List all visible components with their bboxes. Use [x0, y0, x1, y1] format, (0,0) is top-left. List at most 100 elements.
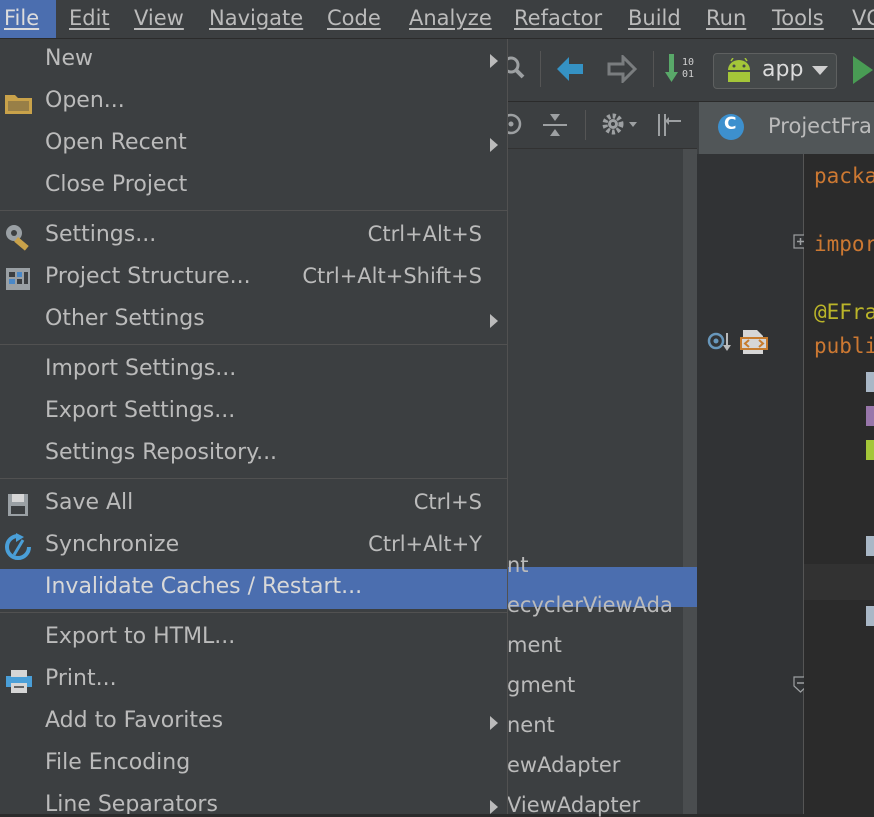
menu-item-label: Invalidate Caches / Restart...: [45, 574, 363, 599]
menu-item-label: Export to HTML...: [45, 624, 236, 649]
project-structure-icon: [6, 268, 30, 290]
gear-icon[interactable]: [599, 110, 641, 138]
submenu-arrow-icon: [490, 138, 498, 152]
menu-item-open[interactable]: Open...: [0, 83, 507, 123]
class-icon-letter: C: [724, 114, 737, 134]
menu-tools[interactable]: Tools: [772, 0, 824, 38]
toolbar-divider: [585, 110, 586, 140]
menu-item-label: Import Settings...: [45, 356, 237, 381]
menu-item-label: Export Settings...: [45, 398, 236, 423]
menu-item-settings[interactable]: Settings... Ctrl+Alt+S: [0, 217, 507, 257]
back-arrow-icon[interactable]: [555, 55, 585, 83]
code-fragment: [866, 606, 874, 626]
caret-row-highlight: [804, 564, 874, 600]
menu-item-import-settings[interactable]: Import Settings...: [0, 351, 507, 391]
binary-sync-icon[interactable]: 10 01: [665, 52, 705, 86]
sync-icon: [5, 533, 31, 560]
tree-item[interactable]: ViewAdapter: [507, 793, 640, 817]
menu-item-invalidate-caches[interactable]: Invalidate Caches / Restart...: [0, 569, 507, 609]
menu-analyze[interactable]: Analyze: [409, 0, 492, 38]
menu-item-label: Open...: [45, 88, 125, 113]
menu-item-label: New: [45, 46, 93, 71]
scrollbar[interactable]: [683, 149, 697, 814]
menu-item-close-project[interactable]: Close Project: [0, 167, 507, 207]
menu-item-other-settings[interactable]: Other Settings: [0, 301, 507, 341]
menu-item-file-encoding[interactable]: File Encoding: [0, 745, 507, 785]
tree-item[interactable]: nent: [507, 713, 555, 737]
menu-item-shortcut: Ctrl+S: [413, 490, 482, 514]
submenu-arrow-icon: [490, 800, 498, 814]
menu-vcs[interactable]: VC: [852, 0, 874, 38]
menu-item-label: Add to Favorites: [45, 708, 224, 733]
editor-tab-bar: C ProjectFra: [697, 102, 874, 154]
save-icon: [8, 494, 28, 516]
menu-item-project-structure[interactable]: Project Structure... Ctrl+Alt+Shift+S: [0, 259, 507, 299]
menu-item-line-separators[interactable]: Line Separators: [0, 787, 507, 814]
editor-tab[interactable]: C ProjectFra: [699, 102, 874, 154]
menu-item-label: Open Recent: [45, 130, 187, 155]
chevron-down-icon: [812, 66, 828, 75]
menu-item-save-all[interactable]: Save All Ctrl+S: [0, 485, 507, 525]
menu-item-export-to-html[interactable]: Export to HTML...: [0, 619, 507, 659]
menu-item-label: Project Structure...: [45, 264, 251, 289]
tree-item[interactable]: ewAdapter: [507, 753, 620, 777]
folder-icon: [5, 95, 32, 114]
menu-view[interactable]: View: [134, 0, 184, 38]
code-line-annotation: @EFra: [814, 300, 874, 324]
menu-navigate[interactable]: Navigate: [209, 0, 303, 38]
menu-item-export-settings[interactable]: Export Settings...: [0, 393, 507, 433]
menu-item-print[interactable]: Print...: [0, 661, 507, 701]
android-icon: [728, 58, 750, 82]
menu-item-shortcut: Ctrl+Alt+Shift+S: [302, 264, 482, 288]
layout-file-icon[interactable]: [739, 328, 769, 356]
tree-item[interactable]: ment: [507, 633, 562, 657]
code-fragment: [866, 372, 874, 392]
project-panel-header: [503, 102, 697, 149]
menu-item-shortcut: Ctrl+Alt+S: [367, 222, 482, 246]
menu-item-add-to-favorites[interactable]: Add to Favorites: [0, 703, 507, 743]
editor-gutter: [697, 154, 808, 814]
menu-item-label: Close Project: [45, 172, 188, 197]
menu-item-shortcut: Ctrl+Alt+Y: [368, 532, 482, 556]
menu-edit[interactable]: Edit: [69, 0, 110, 38]
run-icon[interactable]: [851, 55, 874, 85]
menu-separator: [0, 478, 507, 479]
menu-item-label: Line Separators: [45, 792, 218, 814]
hide-panel-icon[interactable]: [655, 112, 685, 138]
menu-separator: [0, 612, 507, 613]
code-editor[interactable]: packa impor @EFra publi: [804, 154, 874, 814]
menu-item-label: Settings Repository...: [45, 440, 278, 465]
menu-refactor[interactable]: Refactor: [514, 0, 602, 38]
code-fragment: [866, 440, 874, 460]
menu-item-label: Other Settings: [45, 306, 205, 331]
run-configuration-label: app: [762, 57, 804, 82]
code-fragment: [866, 406, 874, 426]
menu-item-label: Save All: [45, 490, 134, 515]
menu-item-synchronize[interactable]: Synchronize Ctrl+Alt+Y: [0, 527, 507, 567]
menu-item-label: Synchronize: [45, 532, 180, 557]
wrench-icon: [6, 225, 29, 251]
project-tree: nt ecyclerViewAda ment gment nent ewAdap…: [507, 149, 697, 817]
menu-build[interactable]: Build: [628, 0, 681, 38]
code-fragment: [866, 536, 874, 556]
menu-item-label: File Encoding: [45, 750, 191, 775]
implemented-marker-icon[interactable]: [707, 330, 733, 354]
run-configuration-select[interactable]: app: [713, 53, 837, 89]
menu-code[interactable]: Code: [327, 0, 381, 38]
menu-item-new[interactable]: New: [0, 41, 507, 81]
main-menu-bar: File Edit View Navigate Code Analyze Ref…: [0, 0, 874, 39]
menu-file[interactable]: File: [0, 0, 56, 38]
menu-run[interactable]: Run: [706, 0, 746, 38]
collapse-all-icon[interactable]: [541, 112, 569, 138]
forward-arrow-icon[interactable]: [607, 55, 637, 83]
menu-item-settings-repository[interactable]: Settings Repository...: [0, 435, 507, 475]
tree-item[interactable]: nt: [507, 553, 529, 577]
menu-item-open-recent[interactable]: Open Recent: [0, 125, 507, 165]
toolbar-divider: [540, 51, 541, 87]
tree-item[interactable]: gment: [507, 673, 575, 697]
code-line-import: impor: [814, 232, 874, 256]
tree-item[interactable]: ecyclerViewAda: [507, 593, 673, 617]
svg-text:10: 10: [682, 57, 694, 68]
menu-item-label: Settings...: [45, 222, 157, 247]
editor-tab-label: ProjectFra: [768, 114, 872, 138]
